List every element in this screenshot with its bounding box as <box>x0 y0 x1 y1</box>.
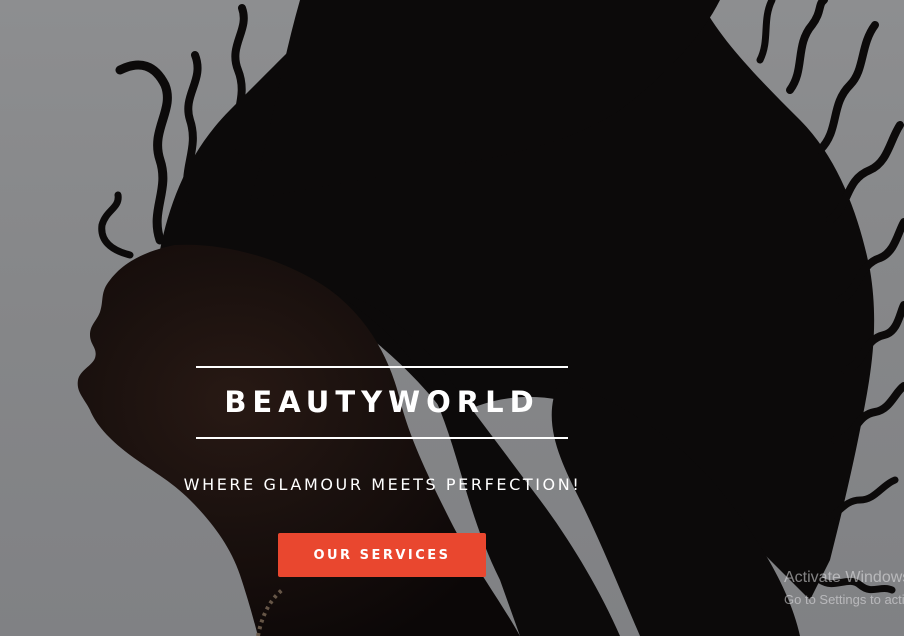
hero-tagline: WHERE GLAMOUR MEETS PERFECTION! <box>183 475 582 494</box>
hero-section: BEAUTYWORLD WHERE GLAMOUR MEETS PERFECTI… <box>0 0 904 636</box>
brand-divider-top <box>196 366 568 368</box>
brand-title: BEAUTYWORLD <box>224 385 540 419</box>
our-services-button[interactable]: OUR SERVICES <box>278 533 486 577</box>
watermark-line1: Activate Windows <box>784 569 904 586</box>
brand-block: BEAUTYWORLD <box>196 366 568 440</box>
watermark-line2: Go to Settings to activate Windows. <box>784 592 904 607</box>
activate-windows-watermark: Activate Windows Go to Settings to activ… <box>784 568 904 609</box>
brand-divider-bottom <box>196 437 568 439</box>
